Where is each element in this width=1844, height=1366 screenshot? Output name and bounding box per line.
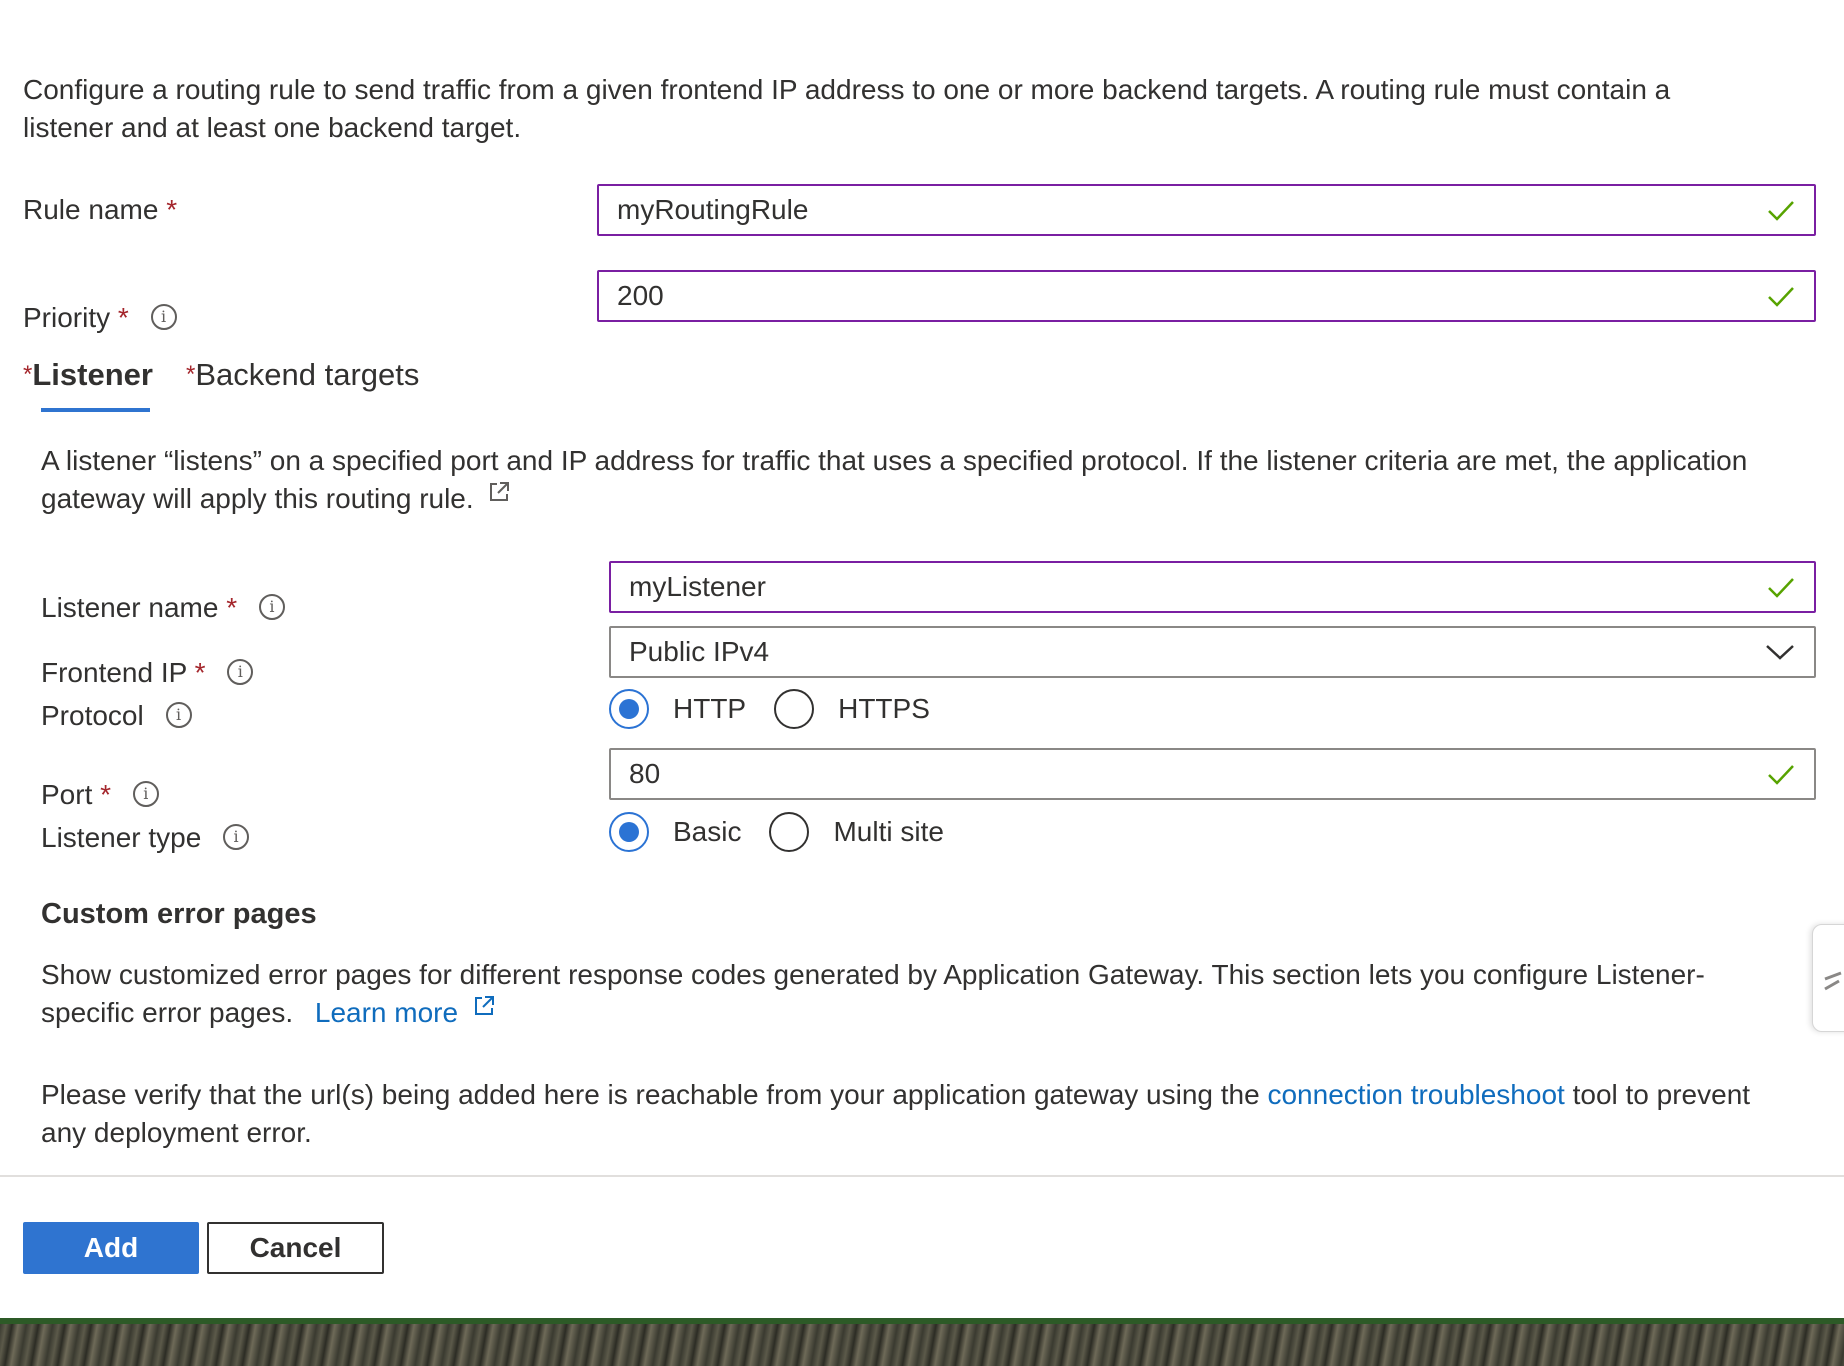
valid-check-icon bbox=[1768, 765, 1794, 785]
priority-label: Priority * i bbox=[23, 299, 177, 337]
valid-check-icon bbox=[1768, 201, 1794, 221]
external-link-icon[interactable] bbox=[487, 480, 511, 504]
frontend-ip-select[interactable]: Public IPv4 bbox=[609, 626, 1816, 678]
radio-https[interactable] bbox=[774, 689, 815, 729]
info-icon[interactable]: i bbox=[150, 303, 177, 330]
info-icon[interactable]: i bbox=[132, 780, 159, 807]
info-icon[interactable]: i bbox=[258, 593, 285, 620]
add-button[interactable]: Add bbox=[23, 1222, 199, 1274]
protocol-radio-group: HTTP HTTPS bbox=[609, 689, 930, 729]
info-icon[interactable]: i bbox=[223, 823, 250, 850]
learn-more-link[interactable]: Learn more bbox=[315, 997, 458, 1028]
connection-troubleshoot-link[interactable]: connection troubleshoot bbox=[1267, 1079, 1564, 1110]
info-icon[interactable]: i bbox=[227, 658, 254, 685]
protocol-label: Protocol i bbox=[41, 697, 192, 735]
port-input[interactable]: 80 bbox=[609, 748, 1816, 800]
chevron-down-icon bbox=[1766, 645, 1794, 660]
radio-http[interactable] bbox=[609, 689, 649, 729]
port-label: Port * i bbox=[41, 776, 159, 814]
pin-icon bbox=[1824, 971, 1842, 991]
valid-check-icon bbox=[1768, 287, 1794, 307]
info-icon[interactable]: i bbox=[165, 701, 192, 728]
listener-description: A listener “listens” on a specified port… bbox=[41, 445, 1748, 514]
custom-error-heading: Custom error pages bbox=[41, 898, 317, 930]
radio-https-label: HTTPS bbox=[838, 693, 930, 724]
tab-backend-targets[interactable]: *Backend targets bbox=[186, 355, 419, 395]
intro-text: Configure a routing rule to send traffic… bbox=[23, 74, 1671, 143]
footer-divider bbox=[0, 1175, 1844, 1177]
listener-type-label: Listener type i bbox=[41, 819, 250, 857]
priority-input[interactable]: 200 bbox=[597, 270, 1816, 322]
radio-basic-label: Basic bbox=[673, 816, 742, 847]
tab-listener[interactable]: *Listener bbox=[23, 355, 153, 395]
custom-error-description: Show customized error pages for differen… bbox=[41, 959, 1705, 1028]
verify-note: Please verify that the url(s) being adde… bbox=[41, 1079, 1751, 1148]
frontend-ip-label: Frontend IP * i bbox=[41, 654, 254, 692]
active-tab-indicator bbox=[41, 408, 150, 412]
listener-type-radio-group: Basic Multi site bbox=[609, 812, 944, 852]
valid-check-icon bbox=[1768, 578, 1794, 598]
radio-basic[interactable] bbox=[609, 812, 649, 852]
rule-name-input[interactable]: myRoutingRule bbox=[597, 184, 1816, 236]
external-link-icon[interactable] bbox=[472, 994, 496, 1018]
listener-name-label: Listener name * i bbox=[41, 589, 285, 627]
listener-name-input[interactable]: myListener bbox=[609, 561, 1816, 613]
desktop-background-image bbox=[0, 1324, 1844, 1366]
cancel-button[interactable]: Cancel bbox=[207, 1222, 384, 1274]
radio-multi-site[interactable] bbox=[769, 812, 810, 852]
feedback-tab[interactable] bbox=[1812, 924, 1844, 1032]
radio-http-label: HTTP bbox=[673, 693, 747, 724]
radio-multi-site-label: Multi site bbox=[833, 816, 944, 847]
rule-name-label: Rule name * bbox=[23, 194, 178, 225]
